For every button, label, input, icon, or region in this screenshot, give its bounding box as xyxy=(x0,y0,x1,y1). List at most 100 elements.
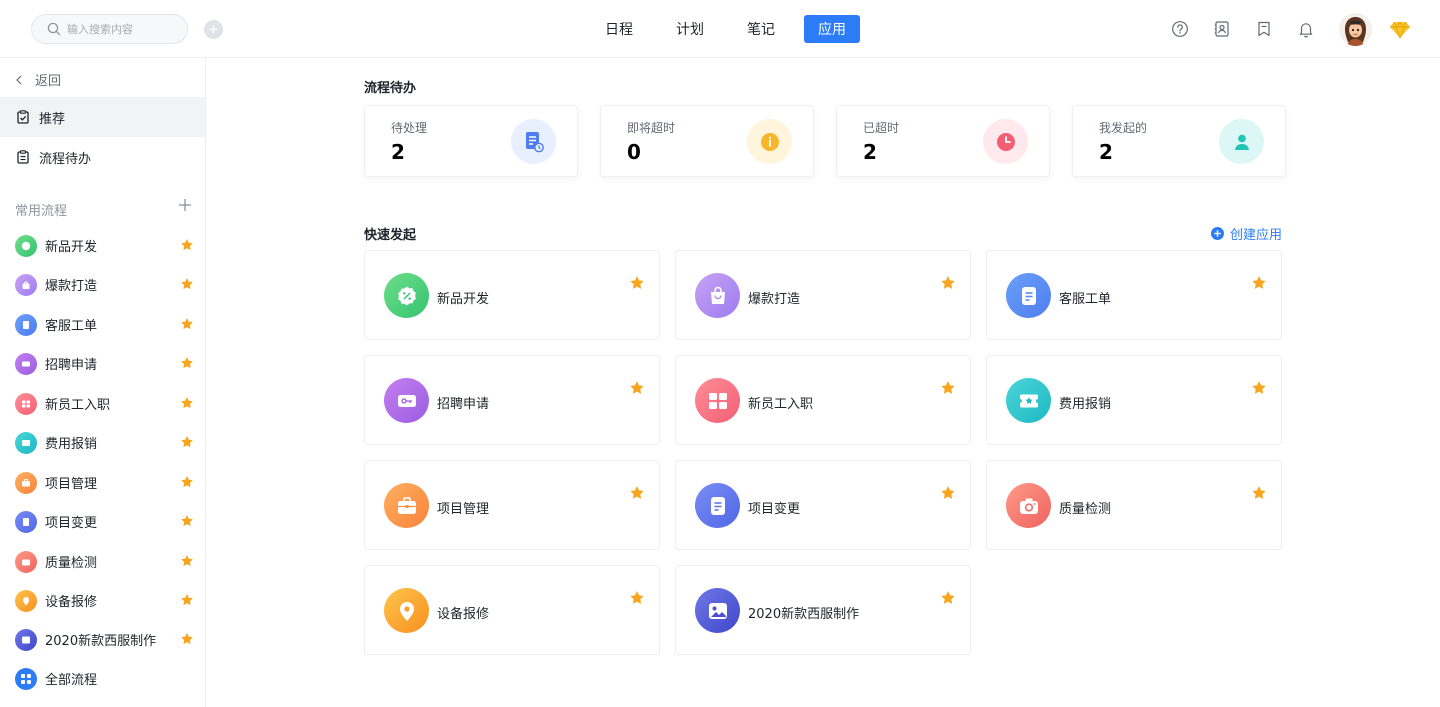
shopping-bag-icon xyxy=(695,273,740,318)
key-card-icon xyxy=(384,378,429,423)
app-name: 项目管理 xyxy=(437,502,490,517)
star-icon[interactable] xyxy=(1251,380,1267,396)
star-icon[interactable] xyxy=(940,485,956,501)
info-icon xyxy=(747,119,792,164)
star-icon[interactable] xyxy=(180,554,194,568)
camera-icon xyxy=(15,550,37,573)
star-icon[interactable] xyxy=(180,435,194,449)
app-card[interactable]: 设备报修 xyxy=(364,565,660,655)
star-icon[interactable] xyxy=(180,356,194,370)
top-bar: 日程 计划 笔记 应用 xyxy=(0,0,1440,58)
stat-value: 2 xyxy=(1099,140,1113,164)
tab-apps[interactable]: 应用 xyxy=(804,15,860,43)
ticket-icon xyxy=(15,392,37,415)
sidebar-flow-item[interactable]: 项目管理 xyxy=(0,463,205,502)
clipboard-check-icon xyxy=(16,110,30,124)
star-icon[interactable] xyxy=(1251,485,1267,501)
sidebar-flow-item[interactable]: 新员工入职 xyxy=(0,384,205,423)
sidebar-flow-item[interactable]: 项目变更 xyxy=(0,502,205,541)
bell-icon[interactable] xyxy=(1296,19,1316,39)
star-icon[interactable] xyxy=(180,475,194,489)
sidebar-item-todo[interactable]: 流程待办 xyxy=(0,137,205,177)
tab-notes[interactable]: 笔记 xyxy=(733,15,789,43)
app-card[interactable]: 新员工入职 xyxy=(675,355,971,445)
sidebar: 返回 推荐 流程待办 常用流程 新品开发 爆款打造 客服工单 招聘申请 新员工入… xyxy=(0,58,206,707)
search-box[interactable] xyxy=(31,14,188,44)
star-icon[interactable] xyxy=(180,396,194,410)
app-card[interactable]: 质量检测 xyxy=(986,460,1282,550)
app-card[interactable]: 客服工单 xyxy=(986,250,1282,340)
sidebar-flow-item[interactable]: 设备报修 xyxy=(0,581,205,620)
star-icon[interactable] xyxy=(180,277,194,291)
app-name: 2020新款西服制作 xyxy=(748,607,860,622)
main-tabs: 日程 计划 笔记 应用 xyxy=(591,15,875,43)
tab-schedule[interactable]: 日程 xyxy=(591,15,647,43)
stat-label: 即将超时 xyxy=(627,121,676,135)
diamond-icon[interactable] xyxy=(1389,19,1411,39)
app-name: 爆款打造 xyxy=(748,292,801,307)
clock-icon xyxy=(983,119,1028,164)
star-icon[interactable] xyxy=(629,380,645,396)
stat-card-initiated[interactable]: 我发起的 2 xyxy=(1072,105,1286,177)
app-card[interactable]: 新品开发 xyxy=(364,250,660,340)
star-icon[interactable] xyxy=(180,238,194,252)
star-icon[interactable] xyxy=(629,590,645,606)
star-icon[interactable] xyxy=(940,590,956,606)
stat-value: 0 xyxy=(627,140,641,164)
stat-card-pending[interactable]: 待处理 2 xyxy=(364,105,578,177)
star-icon[interactable] xyxy=(940,380,956,396)
contacts-icon[interactable] xyxy=(1212,19,1232,39)
stat-card-about-to-expire[interactable]: 即将超时 0 xyxy=(600,105,814,177)
star-icon[interactable] xyxy=(629,485,645,501)
plus-icon xyxy=(209,25,218,34)
sidebar-item-label: 推荐 xyxy=(39,111,66,127)
back-link[interactable]: 返回 xyxy=(15,70,61,89)
stat-label: 已超时 xyxy=(863,121,900,135)
add-flow-button[interactable] xyxy=(178,198,192,216)
star-icon[interactable] xyxy=(180,514,194,528)
add-button[interactable] xyxy=(204,20,223,39)
app-name: 项目变更 xyxy=(748,502,801,517)
star-ticket-icon xyxy=(1006,378,1051,423)
app-card[interactable]: 项目变更 xyxy=(675,460,971,550)
star-icon[interactable] xyxy=(180,593,194,607)
document-icon xyxy=(15,510,37,533)
flow-label: 2020新款西服制作 xyxy=(45,634,157,649)
help-icon[interactable] xyxy=(1170,19,1190,39)
sidebar-flow-item[interactable]: 质量检测 xyxy=(0,542,205,581)
app-card[interactable]: 爆款打造 xyxy=(675,250,971,340)
sidebar-flow-item[interactable]: 新品开发 xyxy=(0,226,205,265)
star-icon[interactable] xyxy=(1251,275,1267,291)
sidebar-flow-item[interactable]: 爆款打造 xyxy=(0,265,205,304)
app-card[interactable]: 项目管理 xyxy=(364,460,660,550)
sidebar-flow-item[interactable]: 费用报销 xyxy=(0,423,205,462)
star-icon[interactable] xyxy=(940,275,956,291)
chevron-left-icon xyxy=(16,75,22,84)
flow-label: 质量检测 xyxy=(45,556,98,571)
app-card[interactable]: 费用报销 xyxy=(986,355,1282,445)
star-icon[interactable] xyxy=(629,275,645,291)
sidebar-flow-item[interactable]: 招聘申请 xyxy=(0,344,205,383)
create-app-button[interactable]: 创建应用 xyxy=(1211,224,1282,243)
app-name: 费用报销 xyxy=(1059,397,1112,412)
flow-label: 爆款打造 xyxy=(45,279,98,294)
star-icon[interactable] xyxy=(180,317,194,331)
stat-card-expired[interactable]: 已超时 2 xyxy=(836,105,1050,177)
sidebar-flow-item[interactable]: 客服工单 xyxy=(0,305,205,344)
app-card[interactable]: 招聘申请 xyxy=(364,355,660,445)
app-card[interactable]: 2020新款西服制作 xyxy=(675,565,971,655)
app-name: 招聘申请 xyxy=(437,397,490,412)
flow-label: 费用报销 xyxy=(45,437,98,452)
shopping-bag-icon xyxy=(15,273,37,296)
bookmark-icon[interactable] xyxy=(1254,19,1274,39)
sidebar-item-recommend[interactable]: 推荐 xyxy=(0,97,205,137)
avatar[interactable] xyxy=(1339,13,1372,46)
star-icon[interactable] xyxy=(180,632,194,646)
search-input[interactable] xyxy=(67,22,177,36)
flow-label: 客服工单 xyxy=(45,319,98,334)
app-name: 新员工入职 xyxy=(748,397,814,412)
sidebar-all-flows[interactable]: 全部流程 xyxy=(0,659,205,698)
tab-plan[interactable]: 计划 xyxy=(662,15,718,43)
create-app-label: 创建应用 xyxy=(1230,228,1283,243)
sidebar-flow-item[interactable]: 2020新款西服制作 xyxy=(0,620,205,659)
